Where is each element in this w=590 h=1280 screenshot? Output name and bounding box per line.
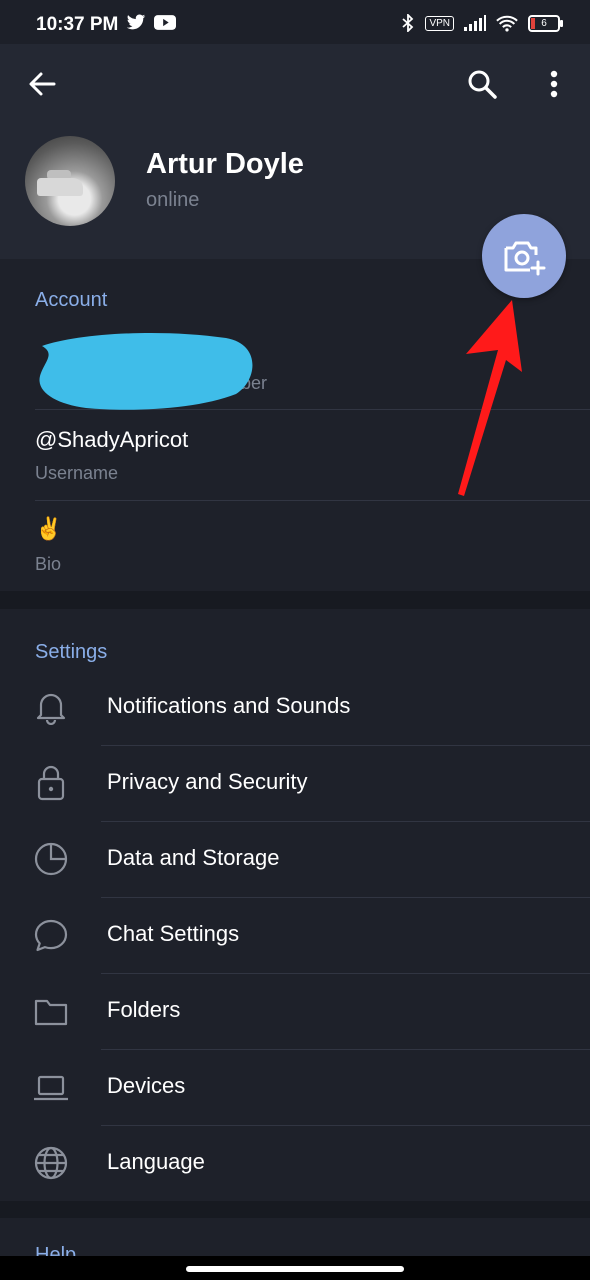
- settings-item-label: Notifications and Sounds: [107, 693, 351, 718]
- youtube-icon: [154, 15, 176, 30]
- twitter-icon: [126, 14, 146, 30]
- bio-value: ✌️: [35, 516, 63, 541]
- more-vertical-icon[interactable]: [540, 68, 568, 100]
- settings-section: Settings Notifications and Sounds Privac…: [0, 609, 590, 1201]
- lock-icon: [37, 765, 65, 801]
- back-arrow-icon[interactable]: [26, 68, 58, 100]
- bio-label: Bio: [35, 554, 62, 574]
- account-section-title: Account: [35, 289, 108, 311]
- username-label: Username: [35, 463, 119, 483]
- settings-item-data-storage[interactable]: Data and Storage: [0, 821, 590, 897]
- help-section: Help: [0, 1218, 590, 1256]
- system-nav-bar: [0, 1256, 590, 1280]
- bell-icon: [36, 693, 66, 725]
- search-icon[interactable]: [466, 68, 498, 100]
- status-time: 10:37 PM: [36, 14, 119, 35]
- settings-item-devices[interactable]: Devices: [0, 1049, 590, 1125]
- settings-item-label: Folders: [107, 997, 181, 1022]
- vpn-badge: VPN: [425, 15, 454, 31]
- settings-item-folders[interactable]: Folders: [0, 973, 590, 1049]
- globe-icon: [34, 1146, 68, 1180]
- settings-section-title: Settings: [35, 641, 108, 663]
- home-indicator[interactable]: [186, 1266, 404, 1272]
- settings-item-label: Privacy and Security: [107, 769, 308, 794]
- profile-status: online: [146, 189, 200, 211]
- settings-item-notifications[interactable]: Notifications and Sounds: [0, 669, 590, 745]
- settings-item-label: Devices: [107, 1073, 186, 1098]
- profile-name: Artur Doyle: [146, 148, 304, 180]
- laptop-icon: [34, 1075, 68, 1101]
- username-value: @ShadyApricot: [35, 427, 189, 452]
- bio-row[interactable]: ✌️ Bio: [0, 500, 590, 591]
- settings-item-label: Language: [107, 1149, 205, 1174]
- wifi-icon: [496, 15, 518, 32]
- folder-icon: [34, 999, 68, 1026]
- settings-item-chat-settings[interactable]: Chat Settings: [0, 897, 590, 973]
- settings-item-label: Chat Settings: [107, 921, 240, 946]
- chat-bubble-icon: [34, 919, 68, 952]
- settings-item-privacy[interactable]: Privacy and Security: [0, 745, 590, 821]
- battery-indicator: 6: [528, 14, 563, 32]
- settings-item-language[interactable]: Language: [0, 1125, 590, 1201]
- camera-add-icon: [504, 241, 546, 276]
- signal-icon: [464, 15, 486, 31]
- bluetooth-icon: [402, 14, 414, 32]
- annotation-arrow: [458, 300, 522, 496]
- avatar[interactable]: [25, 136, 115, 226]
- pie-chart-icon: [34, 842, 68, 876]
- redaction-scribble: [39, 332, 253, 410]
- settings-item-label: Data and Storage: [107, 845, 280, 870]
- set-photo-button[interactable]: [482, 214, 566, 298]
- help-section-title: Help: [35, 1244, 77, 1256]
- status-bar: 10:37 PM VPN 6: [0, 0, 590, 44]
